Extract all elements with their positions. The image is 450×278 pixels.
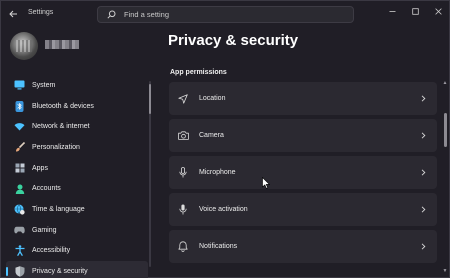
back-arrow-icon: [8, 10, 17, 18]
profile-name-blurred: [45, 40, 79, 49]
sidebar-item-label: Personalization: [32, 143, 80, 151]
chevron-right-icon: [419, 206, 427, 214]
bell-icon: [177, 241, 189, 253]
microphone-icon: [177, 167, 189, 179]
chevron-right-icon: [419, 95, 427, 103]
sidebar-item-label: Gaming: [32, 226, 57, 234]
permission-row-notifications[interactable]: Notifications: [169, 230, 437, 263]
scroll-down-arrow-icon[interactable]: ▼: [442, 269, 448, 274]
section-header: App permissions: [170, 69, 227, 76]
sidebar-item-apps[interactable]: Apps: [6, 158, 148, 179]
voice-activation-icon: [177, 204, 189, 216]
close-icon: [434, 7, 442, 15]
close-button[interactable]: [428, 4, 448, 18]
user-profile[interactable]: [9, 32, 149, 62]
sidebar-item-accessibility[interactable]: Accessibility: [6, 241, 148, 262]
permission-list: Location Camera Microphone Voice activat…: [169, 82, 437, 267]
back-button[interactable]: [4, 6, 22, 22]
main-scrollbar-thumb[interactable]: [444, 113, 447, 147]
location-icon: [177, 93, 189, 105]
sidebar-item-time-language[interactable]: Time & language: [6, 199, 148, 220]
scroll-up-arrow-icon[interactable]: ▲: [442, 81, 448, 86]
page-title: Privacy & security: [168, 32, 299, 49]
chevron-right-icon: [419, 132, 427, 140]
brush-icon: [14, 142, 25, 153]
sidebar-scrollbar-thumb[interactable]: [149, 84, 151, 114]
sidebar-item-label: Network & internet: [32, 123, 90, 131]
settings-window: Settings System: [0, 0, 450, 278]
sidebar-item-privacy-security[interactable]: Privacy & security: [6, 261, 148, 278]
sidebar-nav: System Bluetooth & devices Network & int…: [6, 75, 148, 278]
sidebar-item-personalization[interactable]: Personalization: [6, 137, 148, 158]
sidebar-item-label: Privacy & security: [32, 268, 88, 276]
permission-row-location[interactable]: Location: [169, 82, 437, 115]
title-bar: Settings: [1, 1, 449, 28]
permission-row-microphone[interactable]: Microphone: [169, 156, 437, 189]
app-title: Settings: [28, 9, 54, 16]
sidebar-item-label: Accessibility: [32, 247, 71, 255]
permission-label: Camera: [199, 132, 224, 139]
search-icon: [105, 9, 117, 21]
globe-clock-icon: [14, 204, 25, 215]
chevron-right-icon: [419, 169, 427, 177]
search-input[interactable]: [124, 10, 324, 19]
accessibility-icon: [14, 245, 25, 257]
bluetooth-icon: [14, 100, 25, 112]
mouse-cursor-icon: [262, 177, 270, 189]
shield-icon: [14, 266, 25, 277]
minimize-button[interactable]: [382, 4, 402, 18]
gamepad-icon: [14, 225, 25, 236]
chevron-right-icon: [419, 243, 427, 251]
wifi-icon: [14, 121, 25, 132]
permission-label: Microphone: [199, 169, 236, 176]
sidebar-item-bluetooth-devices[interactable]: Bluetooth & devices: [6, 96, 148, 117]
permission-row-voice-activation[interactable]: Voice activation: [169, 193, 437, 226]
permission-label: Location: [199, 95, 226, 102]
person-icon: [14, 183, 25, 194]
camera-icon: [177, 130, 189, 142]
sidebar-item-accounts[interactable]: Accounts: [6, 178, 148, 199]
search-box[interactable]: [97, 6, 354, 23]
maximize-button[interactable]: [405, 4, 425, 18]
sidebar-item-label: Apps: [32, 164, 48, 172]
sidebar-item-label: System: [32, 81, 56, 89]
sidebar-item-label: Time & language: [32, 205, 85, 213]
sidebar-item-label: Accounts: [32, 185, 61, 193]
sidebar-item-gaming[interactable]: Gaming: [6, 220, 148, 241]
sidebar-item-system[interactable]: System: [6, 75, 148, 96]
permission-label: Notifications: [199, 243, 238, 250]
permission-row-camera[interactable]: Camera: [169, 119, 437, 152]
apps-icon: [14, 163, 25, 174]
avatar: [10, 32, 38, 60]
sidebar-item-label: Bluetooth & devices: [32, 102, 94, 110]
maximize-icon: [411, 7, 419, 15]
permission-label: Voice activation: [199, 206, 248, 213]
minimize-icon: [389, 10, 395, 12]
monitor-icon: [14, 80, 25, 91]
sidebar-item-network-internet[interactable]: Network & internet: [6, 116, 148, 137]
